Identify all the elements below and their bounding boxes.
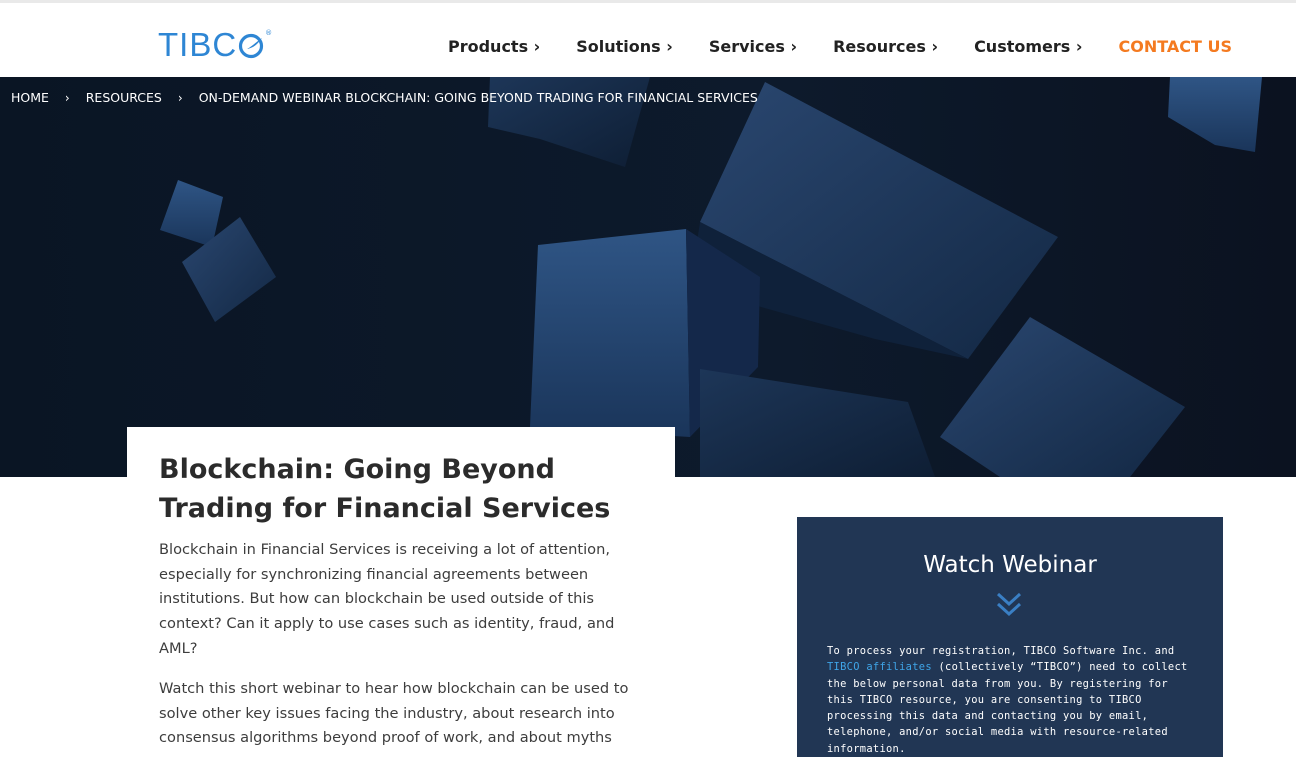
double-chevron-down-icon bbox=[996, 592, 1022, 617]
webinar-title: Watch Webinar bbox=[923, 552, 1097, 578]
nav-services[interactable]: Services › bbox=[709, 37, 797, 56]
nav-customers[interactable]: Customers › bbox=[974, 37, 1082, 56]
nav-resources[interactable]: Resources › bbox=[833, 37, 938, 56]
breadcrumb-separator: › bbox=[177, 90, 183, 105]
article-paragraph-2: Watch this short webinar to hear how blo… bbox=[159, 680, 629, 747]
main-nav: Products › Solutions › Services › Resour… bbox=[448, 37, 1232, 56]
breadcrumb-resources[interactable]: RESOURCES bbox=[86, 90, 162, 105]
breadcrumb-home[interactable]: HOME bbox=[11, 90, 49, 105]
breadcrumb: HOME › RESOURCES › ON-DEMAND WEBINAR BLO… bbox=[11, 90, 758, 105]
page-title: Blockchain: Going Beyond Trading for Fin… bbox=[159, 454, 611, 524]
logo-text: TIBC bbox=[158, 26, 238, 63]
hero-banner: HOME › RESOURCES › ON-DEMAND WEBINAR BLO… bbox=[0, 77, 1296, 477]
site-header: TIBC ® Products › Solutions › Services ›… bbox=[0, 3, 1296, 77]
tibco-affiliates-link[interactable]: TIBCO affiliates bbox=[827, 661, 932, 673]
consent-text-end: (collectively “TIBCO”) need to collect t… bbox=[827, 661, 1188, 755]
floating-cubes-image bbox=[0, 77, 1296, 477]
breadcrumb-current: ON-DEMAND WEBINAR BLOCKCHAIN: GOING BEYO… bbox=[198, 90, 758, 105]
watch-webinar-panel: Watch Webinar To process your registrati… bbox=[797, 517, 1223, 757]
article-paragraph-1: Blockchain in Financial Services is rece… bbox=[159, 541, 615, 657]
breadcrumb-separator: › bbox=[64, 90, 70, 105]
logo-o-swoosh-icon bbox=[239, 33, 264, 59]
nav-products[interactable]: Products › bbox=[448, 37, 540, 56]
tibco-logo[interactable]: TIBC ® bbox=[158, 26, 273, 63]
nav-contact-us[interactable]: CONTACT US bbox=[1118, 37, 1232, 56]
consent-text: To process your registration, TIBCO Soft… bbox=[827, 643, 1199, 757]
nav-solutions[interactable]: Solutions › bbox=[576, 37, 673, 56]
consent-text-start: To process your registration, TIBCO Soft… bbox=[827, 645, 1175, 657]
logo-registered-mark: ® bbox=[265, 29, 273, 37]
